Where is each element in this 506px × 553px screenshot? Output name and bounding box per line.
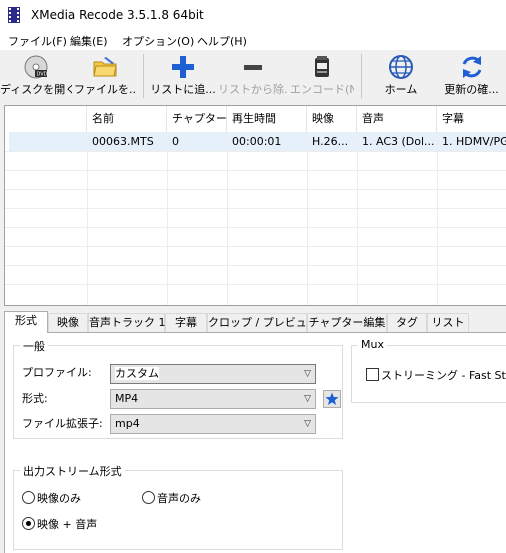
tab-video[interactable]: 映像 (48, 313, 88, 332)
grid-line (307, 132, 308, 305)
add-to-list-button[interactable]: リストに追... (150, 50, 216, 102)
chevron-down-icon: ▽ (304, 394, 311, 404)
menu-bar: ファイル(F) 編集(E) オプション(O) ヘルプ(H) (0, 30, 506, 50)
column-header-subtitle[interactable]: 字幕 (437, 106, 506, 132)
tab-format[interactable]: 形式 (4, 311, 48, 333)
video-audio-label: 映像 + 音声 (37, 518, 98, 531)
general-group: 一般 プロファイル: カスタム ▽ 形式: MP4 ▽ ファイル拡張子: mp4… (13, 338, 343, 439)
grid-line (5, 284, 506, 285)
tab-crop-preview[interactable]: クロップ / プレビュー (207, 313, 318, 332)
cell-name: 00063.MTS (92, 135, 154, 148)
toolbar: DVD ディスクを開く ファイルを... リストに追... リストから除... (0, 50, 506, 102)
open-disc-button[interactable]: DVD ディスクを開く (0, 50, 72, 102)
remove-from-list-button[interactable]: リストから除... (218, 50, 288, 102)
streaming-fast-start-label: ストリーミング - Fast Start (381, 369, 506, 382)
profile-combobox[interactable]: カスタム ▽ (110, 364, 316, 384)
home-label: ホーム (384, 83, 418, 96)
grid-line (437, 132, 438, 305)
star-icon (325, 392, 339, 405)
film-canister-icon (315, 56, 329, 77)
grid-line (167, 132, 168, 305)
video-only-label: 映像のみ (37, 492, 81, 505)
column-header-blank[interactable] (5, 106, 87, 132)
profile-value: カスタム (115, 367, 159, 380)
grid-line (227, 132, 228, 305)
cell-duration: 00:00:01 (232, 135, 282, 148)
column-header-video[interactable]: 映像 (307, 106, 357, 132)
format-label: 形式: (22, 392, 48, 405)
column-header-chapter[interactable]: チャプター (167, 106, 227, 132)
column-header-audio[interactable]: 音声 (357, 106, 437, 132)
refresh-icon (462, 56, 481, 78)
menu-file[interactable]: ファイル(F) (8, 33, 67, 49)
format-combobox[interactable]: MP4 ▽ (110, 389, 316, 409)
grid-line (5, 246, 506, 247)
file-list-table[interactable]: 名前 チャプター 再生時間 映像 音声 字幕 00063.MTS 0 00:00… (4, 105, 506, 306)
column-header-name[interactable]: 名前 (87, 106, 167, 132)
cell-subtitle: 1. HDMV/PGS (442, 135, 506, 148)
extension-combobox[interactable]: mp4 ▽ (110, 414, 316, 434)
mux-group-title: Mux (358, 338, 387, 351)
encode-label: エンコード(N) (290, 83, 354, 96)
grid-line (5, 170, 506, 171)
tab-chapter-edit[interactable]: チャプター編集 (307, 313, 387, 332)
general-group-title: 一般 (20, 338, 48, 354)
grid-line (87, 132, 88, 305)
extension-value: mp4 (115, 417, 140, 430)
open-file-label: ファイルを... (74, 83, 136, 96)
video-audio-radio[interactable] (22, 517, 35, 530)
cell-video: H.26... (312, 135, 349, 148)
extension-label: ファイル拡張子: (22, 417, 103, 430)
svg-text:DVD: DVD (37, 72, 48, 78)
format-tab-panel: 一般 プロファイル: カスタム ▽ 形式: MP4 ▽ ファイル拡張子: mp4… (4, 332, 506, 553)
tab-tags[interactable]: タグ (387, 313, 427, 332)
open-file-button[interactable]: ファイルを... (74, 50, 136, 102)
video-only-radio[interactable] (22, 491, 35, 504)
chevron-down-icon: ▽ (304, 419, 311, 429)
mux-group: Mux ストリーミング - Fast Start (351, 338, 506, 403)
tab-audio-track-1[interactable]: 音声トラック 1 (88, 313, 166, 332)
toolbar-separator (361, 54, 362, 98)
audio-only-radio[interactable] (142, 491, 155, 504)
grid-line (5, 189, 506, 190)
output-stream-group: 出力ストリーム形式 映像のみ 音声のみ 映像 + 音声 (13, 463, 343, 550)
streaming-fast-start-checkbox[interactable] (366, 368, 379, 381)
title-bar: XMedia Recode 3.5.1.8 64bit (0, 0, 506, 30)
column-header-duration[interactable]: 再生時間 (227, 106, 307, 132)
format-value: MP4 (115, 392, 139, 405)
minus-icon (244, 65, 262, 70)
encode-button[interactable]: エンコード(N) (290, 50, 354, 102)
folder-icon (93, 57, 117, 77)
audio-only-label: 音声のみ (157, 492, 201, 505)
check-update-label: 更新の確... (444, 83, 499, 96)
chevron-down-icon: ▽ (304, 369, 311, 379)
cell-audio: 1. AC3 (Dol... (362, 135, 435, 148)
menu-options[interactable]: オプション(O) (122, 33, 194, 49)
profile-label: プロファイル: (22, 366, 92, 379)
grid-line (5, 151, 506, 152)
tab-list[interactable]: リスト (427, 313, 469, 332)
grid-line (357, 132, 358, 305)
disc-icon: DVD (24, 55, 48, 79)
grid-line (5, 265, 506, 266)
output-stream-group-title: 出力ストリーム形式 (20, 463, 125, 479)
menu-edit[interactable]: 編集(E) (70, 33, 108, 49)
globe-icon (389, 55, 413, 79)
favorite-format-button[interactable] (323, 390, 341, 408)
add-to-list-label: リストに追... (150, 83, 216, 96)
remove-from-list-label: リストから除... (218, 83, 288, 96)
home-button[interactable]: ホーム (368, 50, 434, 102)
grid-line (5, 208, 506, 209)
menu-help[interactable]: ヘルプ(H) (197, 33, 247, 49)
grid-line (5, 227, 506, 228)
cell-chapter: 0 (172, 135, 179, 148)
tab-subtitle[interactable]: 字幕 (165, 313, 207, 332)
plus-icon (172, 56, 194, 78)
open-disc-label: ディスクを開く (0, 83, 72, 96)
check-update-button[interactable]: 更新の確... (437, 50, 506, 102)
toolbar-separator (143, 54, 144, 98)
app-film-icon (8, 7, 20, 23)
window-title: XMedia Recode 3.5.1.8 64bit (31, 8, 204, 22)
